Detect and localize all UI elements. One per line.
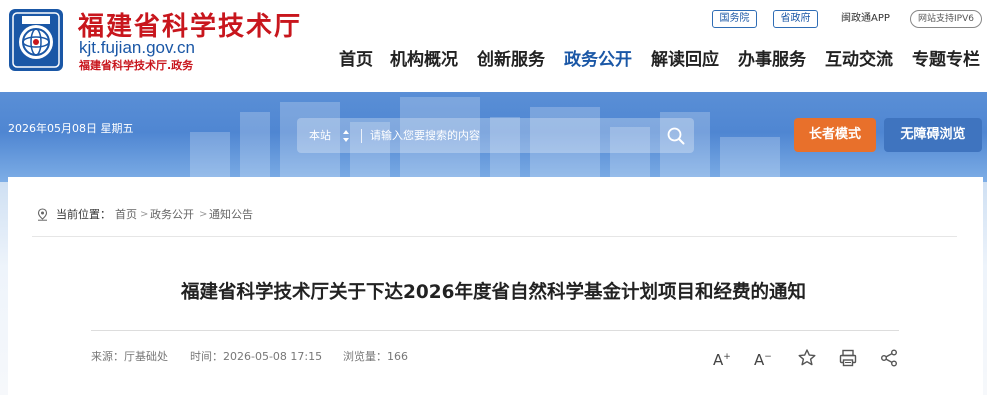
- star-favorite-icon[interactable]: [797, 348, 817, 368]
- font-decrease-mark: −: [764, 352, 772, 362]
- font-decrease-glyph: A: [754, 351, 765, 369]
- nav-item-services[interactable]: 办事服务: [738, 47, 806, 73]
- breadcrumb-divider: [32, 236, 957, 237]
- current-date: 2026年05月08日 星期五: [8, 122, 134, 135]
- search-input[interactable]: [370, 124, 650, 147]
- nav-item-government-affairs[interactable]: 政务公开: [564, 47, 632, 73]
- nav-item-interpretation[interactable]: 解读回应: [651, 47, 719, 73]
- accessibility-button[interactable]: 无障碍浏览: [884, 118, 982, 152]
- nav-item-organization[interactable]: 机构概况: [390, 47, 458, 73]
- search-box: 本站: [297, 118, 694, 153]
- top-links: 国务院 省政府 闽政通APP 网站支持IPV6: [0, 10, 987, 30]
- ipv6-badge: 网站支持IPV6: [910, 10, 982, 28]
- font-decrease-button[interactable]: A−: [754, 347, 772, 370]
- mzt-app-link[interactable]: 闽政通APP: [841, 11, 890, 27]
- breadcrumb-separator: >: [199, 209, 208, 220]
- breadcrumb-separator: >: [140, 209, 149, 220]
- nav-item-home[interactable]: 首页: [339, 47, 373, 73]
- search-banner: 2026年05月08日 星期五 本站 长者模式 无障碍浏览: [0, 92, 987, 182]
- search-icon[interactable]: [667, 127, 685, 145]
- breadcrumb-home[interactable]: 首页: [115, 207, 137, 223]
- state-council-link[interactable]: 国务院: [712, 10, 757, 28]
- provincial-government-link[interactable]: 省政府: [773, 10, 818, 28]
- location-pin-icon: [37, 208, 48, 221]
- article-source: 来源：厅基础处: [91, 350, 168, 363]
- search-scope-select[interactable]: 本站: [309, 118, 331, 153]
- updown-arrow-icon[interactable]: [342, 129, 350, 143]
- title-divider: [91, 330, 899, 331]
- article-time: 时间：2026-05-08 17:15: [190, 350, 323, 363]
- font-increase-mark: +: [723, 352, 731, 362]
- font-increase-glyph: A: [713, 351, 724, 369]
- nav-item-innovation[interactable]: 创新服务: [477, 47, 545, 73]
- elder-mode-button[interactable]: 长者模式: [794, 118, 876, 152]
- article-title: 福建省科学技术厅关于下达2026年度省自然科学基金计划项目和经费的通知: [181, 282, 806, 303]
- nav-item-interaction[interactable]: 互动交流: [825, 47, 893, 73]
- nav-item-topics[interactable]: 专题专栏: [912, 47, 980, 73]
- breadcrumb-label: 当前位置：: [56, 208, 111, 221]
- breadcrumb-government-affairs[interactable]: 政务公开: [150, 207, 194, 223]
- search-divider: [361, 129, 362, 143]
- article-views: 浏览量：166: [343, 350, 408, 363]
- breadcrumb-notices[interactable]: 通知公告: [209, 207, 253, 223]
- font-increase-button[interactable]: A+: [713, 347, 731, 370]
- print-icon[interactable]: [838, 348, 858, 368]
- share-icon[interactable]: [879, 348, 899, 368]
- main-nav: 首页 机构概况 创新服务 政务公开 解读回应 办事服务 互动交流 专题专栏: [0, 47, 987, 75]
- site-header: 福建省科学技术厅 kjt.fujian.gov.cn 福建省科学技术厅.政务 国…: [0, 0, 987, 92]
